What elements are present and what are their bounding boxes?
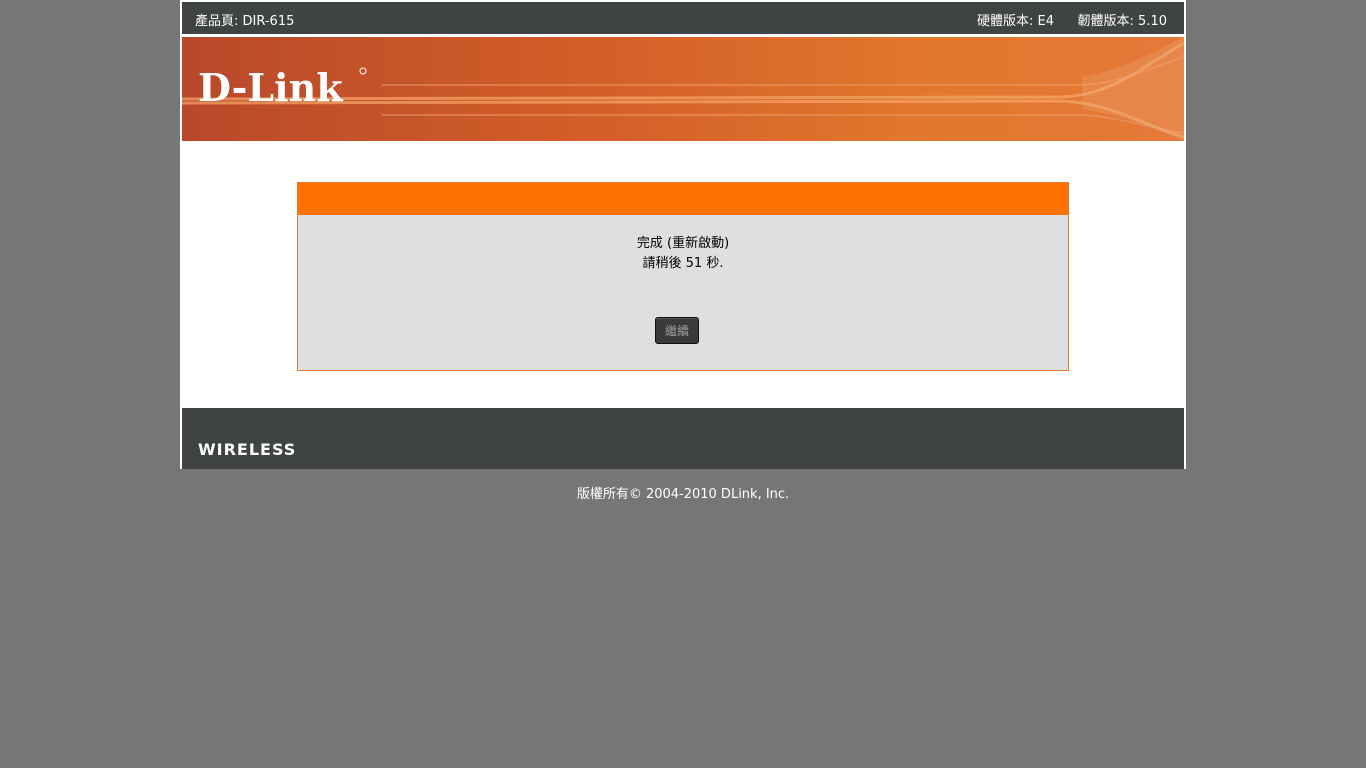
status-panel: 完成 (重新啟動) 請稍後 51 秒. 繼續 — [297, 182, 1069, 371]
wireless-logo-text: WIRELESS — [198, 440, 296, 458]
hardware-version: 硬體版本: E4 — [977, 14, 1054, 29]
status-message: 完成 (重新啟動) — [636, 236, 730, 251]
dlink-logo: D-Link — [198, 65, 367, 107]
continue-button[interactable]: 繼續 — [655, 317, 699, 344]
page-frame: 產品頁: DIR-615 硬體版本: E4 韌體版本: 5.10 D-Link … — [180, 0, 1186, 469]
top-info-bar: 產品頁: DIR-615 硬體版本: E4 韌體版本: 5.10 — [182, 2, 1184, 34]
wireless-logo: WIRELESS — [198, 440, 296, 458]
countdown-message: 請稍後 51 秒. — [642, 256, 724, 271]
status-panel-header — [298, 183, 1068, 215]
header-banner: D-Link — [182, 37, 1184, 141]
dlink-logo-text: D-Link — [198, 65, 343, 107]
copyright-text: 版權所有© 2004-2010 DLink, Inc. — [576, 487, 790, 502]
product-page-label: 產品頁: DIR-615 — [195, 14, 295, 29]
footer-bar: WIRELESS — [182, 408, 1184, 469]
firmware-version: 韌體版本: 5.10 — [1077, 14, 1167, 29]
